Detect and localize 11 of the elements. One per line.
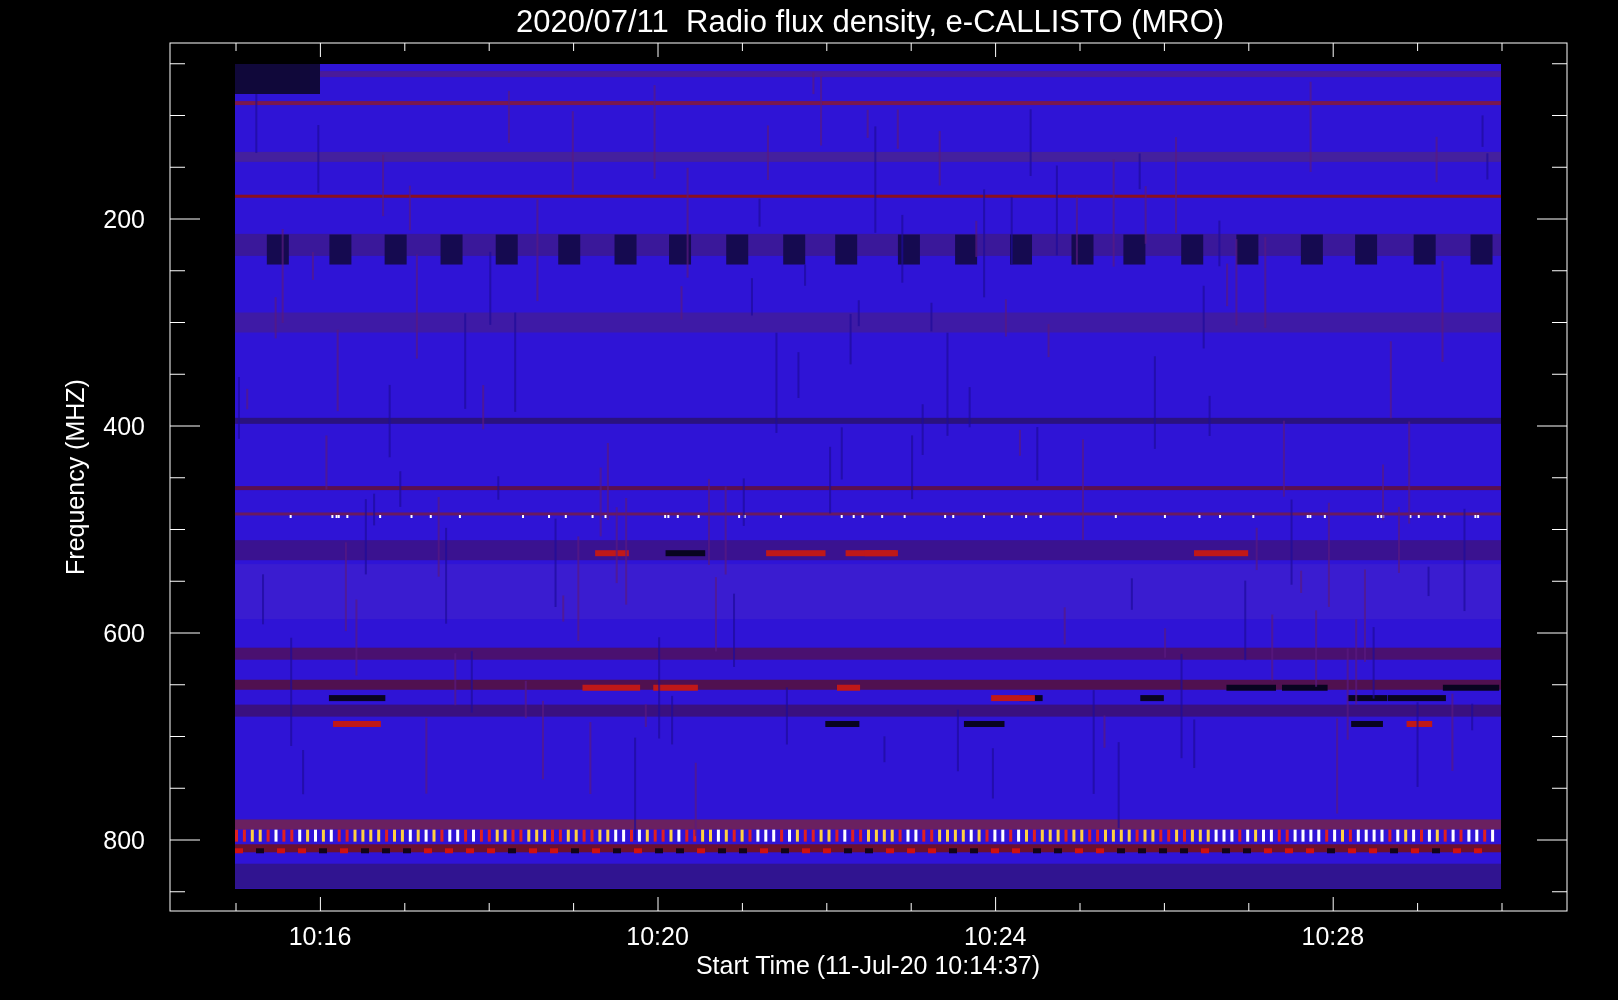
x-tick-label: 10:20 <box>626 922 689 950</box>
chart-title: 2020/07/11 Radio flux density, e-CALLISTO (MRO) <box>515 4 1225 39</box>
y-tick-label: 200 <box>103 205 145 233</box>
x-tick-label: 10:16 <box>288 922 352 950</box>
x-axis-label: Start Time (11-Jul-20 10:14:37) <box>695 951 1041 979</box>
y-axis-label: Frequency (MHZ) <box>61 379 89 575</box>
y-tick-label: 600 <box>103 619 145 647</box>
x-tick-label: 10:28 <box>1301 922 1365 950</box>
y-tick-label: 400 <box>103 412 145 440</box>
y-tick-label: 800 <box>103 826 145 854</box>
x-tick-label: 10:24 <box>963 922 1027 950</box>
